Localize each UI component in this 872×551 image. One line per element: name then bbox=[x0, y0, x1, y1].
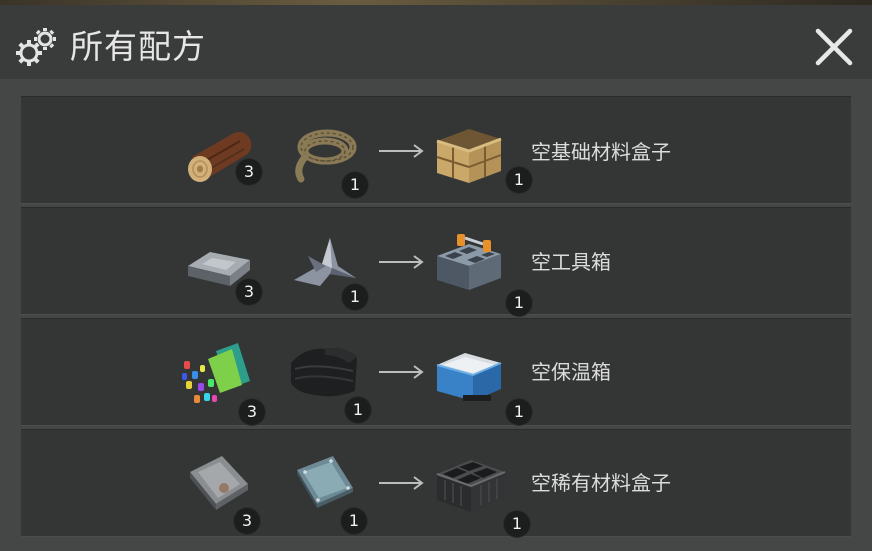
result-slot: 1 bbox=[429, 329, 532, 425]
result-name: 空保温箱 bbox=[531, 360, 611, 384]
ingredient-count-badge: 1 bbox=[342, 284, 368, 310]
recipe-row[interactable]: 3 1 1 空工具箱 bbox=[21, 207, 851, 316]
ingredient-slot: 1 bbox=[286, 222, 368, 310]
result-name: 空基础材料盒子 bbox=[531, 140, 671, 164]
gears-icon bbox=[16, 28, 56, 66]
result-count-badge: 1 bbox=[506, 167, 532, 193]
arrow-right-icon bbox=[379, 365, 424, 379]
result-count-badge: 1 bbox=[506, 290, 532, 316]
ingredient-slot: 3 bbox=[180, 222, 262, 305]
ingredient-slot: 3 bbox=[180, 442, 260, 534]
close-icon[interactable] bbox=[808, 21, 860, 73]
ingredient-slot: 1 bbox=[285, 113, 368, 198]
wooden-crate-icon bbox=[436, 129, 502, 183]
rare-material-box-icon bbox=[436, 460, 506, 512]
ingredient-count-badge: 3 bbox=[236, 279, 262, 305]
ingredient-slot: 1 bbox=[285, 333, 371, 423]
arrow-right-icon bbox=[379, 255, 424, 269]
result-slot: 1 bbox=[429, 218, 532, 316]
arrow-right-icon bbox=[379, 144, 424, 158]
ingredient-count-badge: 1 bbox=[342, 172, 368, 198]
cooler-box-icon bbox=[436, 353, 502, 401]
ingredient-count-badge: 3 bbox=[239, 399, 265, 425]
ingredient-slot: 3 bbox=[180, 113, 262, 193]
recipe-row[interactable]: 3 1 bbox=[21, 429, 851, 537]
toolbox-icon bbox=[437, 234, 501, 290]
result-count-badge: 1 bbox=[506, 399, 532, 425]
result-name: 空稀有材料盒子 bbox=[531, 471, 671, 495]
result-name: 空工具箱 bbox=[531, 250, 611, 274]
ingredient-count-badge: 1 bbox=[345, 397, 371, 423]
dialog-header: 所有配方 bbox=[0, 5, 872, 79]
ingredient-slot: 1 bbox=[285, 442, 367, 534]
ingredient-count-badge: 3 bbox=[236, 159, 262, 185]
dialog-title: 所有配方 bbox=[70, 27, 206, 66]
recipe-row[interactable]: 3 1 1 空保温箱 bbox=[21, 318, 851, 426]
result-count-badge: 1 bbox=[504, 511, 530, 537]
arrow-right-icon bbox=[379, 476, 424, 490]
ingredient-count-badge: 1 bbox=[341, 508, 367, 534]
ingredient-count-badge: 3 bbox=[234, 508, 260, 534]
result-slot: 1 bbox=[431, 442, 530, 537]
result-slot: 1 bbox=[429, 111, 532, 193]
recipe-row[interactable]: 3 1 bbox=[21, 96, 851, 204]
ingredient-slot: 3 bbox=[178, 331, 265, 425]
